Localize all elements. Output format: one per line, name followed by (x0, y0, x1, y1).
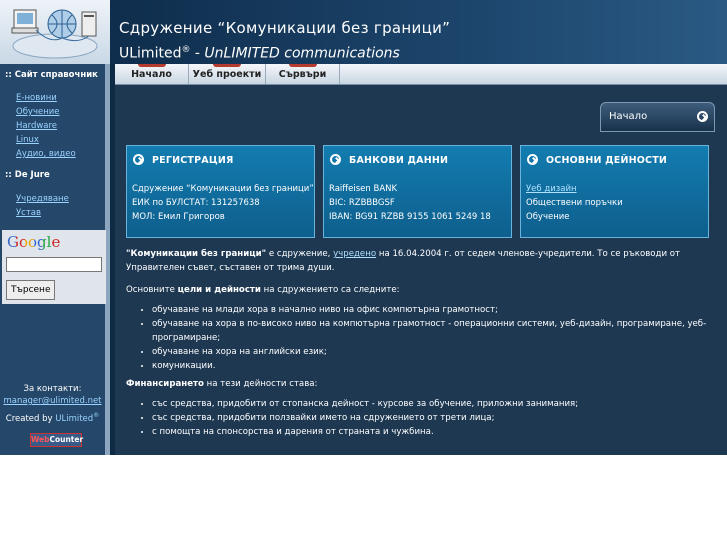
box-line: Обществени поръчки (526, 198, 623, 208)
box-header: ОСНОВНИ ДЕЙНОСТИ (521, 146, 708, 173)
created-by-label: Created by (5, 413, 56, 424)
subtitle-slogan: UnLIMITED communications (204, 45, 400, 62)
sidebar-link-hardware[interactable]: Hardware (0, 119, 105, 133)
goals-pre: Основните (126, 285, 178, 295)
sidebar-link-linux[interactable]: Linux (0, 133, 105, 147)
box-line: Уеб дизайн (526, 184, 577, 194)
arrow-circle-icon[interactable] (697, 111, 708, 122)
sidebar-dejure-links: Учредяване Устав (0, 192, 105, 220)
page-frame: Сдружение “Комуникации без граници” ULim… (0, 0, 727, 455)
subtitle-brand: ULimited (119, 45, 182, 62)
box-line: ЕИК по БУЛСТАТ: 131257638 (132, 198, 260, 208)
box-header: РЕГИСТРАЦИЯ (127, 146, 314, 173)
founded-link[interactable]: учредено (333, 249, 376, 259)
sidebar-link-statute[interactable]: Устав (0, 206, 105, 220)
finance-list: със средства, придобити от стопанска дей… (126, 397, 711, 439)
goals-post: на сдружението са следните: (260, 285, 400, 295)
main-content: Начало РЕГИСТРАЦИЯ Сдружение “Комуникаци… (115, 85, 727, 455)
finance-paragraph: Финансирането на тези дейности става: (126, 377, 711, 391)
sidebar: :: Сайт справочник Е-новини Обучение Har… (0, 64, 110, 455)
goals-list: обучаване на млади хора в начално ниво н… (126, 303, 711, 373)
google-logo-text: Google (7, 233, 61, 251)
webcounter-web: Web (31, 435, 50, 444)
main-nav: Начало Уеб проекти Сървъри (115, 64, 727, 85)
computer-globe-logo-icon (11, 9, 98, 59)
list-item: обучаване на хора в по-високо ниво на ко… (152, 317, 711, 345)
article-body: "Комуникации без граници" е сдружение, у… (126, 247, 711, 439)
webcounter-badge[interactable]: WebCounter (30, 433, 84, 447)
sidebar-heading-dejure: :: De Jure (5, 170, 50, 180)
tab-home[interactable]: Начало (115, 64, 189, 84)
sidebar-link-training[interactable]: Обучение (0, 105, 105, 119)
arrow-circle-icon (330, 154, 341, 165)
finance-bold: Финансирането (126, 379, 204, 389)
list-item: с помощта на спонсорства и дарения от ст… (152, 425, 711, 439)
sidebar-heading-reference: :: Сайт справочник (5, 70, 98, 80)
box-line: IBAN: BG91 RZBB 9155 1061 5249 18 (329, 212, 491, 222)
list-item: със средства, придобити ползвайки името … (152, 411, 711, 425)
org-name: "Комуникации без граници" (126, 249, 267, 259)
web-design-link[interactable]: Уеб дизайн (526, 184, 577, 194)
finance-post: на тези дейности става: (203, 379, 318, 389)
list-item: обучаване на млади хора в начално ниво н… (152, 303, 711, 317)
created-by-reg: ® (93, 412, 100, 419)
box-line: Обучение (526, 212, 570, 222)
box-title: БАНКОВИ ДАННИ (349, 155, 449, 166)
google-search-input[interactable] (6, 257, 102, 272)
sidebar-link-audio-video[interactable]: Аудио, видео (0, 147, 105, 161)
google-search-box: Google Търсене (2, 230, 106, 304)
box-line: Сдружение “Комуникации без граници” (132, 184, 314, 194)
goals-paragraph: Основните цели и дейности на сдружението… (126, 283, 711, 297)
box-line: Raiffeisen BANK (329, 184, 398, 194)
registration-box: РЕГИСТРАЦИЯ Сдружение “Комуникации без г… (126, 145, 315, 238)
created-by-brand-link[interactable]: ULimited (55, 414, 93, 424)
main-activities-box: ОСНОВНИ ДЕЙНОСТИ Уеб дизайн Обществени п… (520, 145, 709, 238)
goals-bold: цели и дейности (177, 285, 261, 295)
webcounter-counter: Counter (49, 435, 84, 444)
site-logo[interactable] (0, 0, 111, 64)
tab-web-projects[interactable]: Уеб проекти (189, 64, 266, 84)
sidebar-link-enews[interactable]: Е-новини (0, 91, 105, 105)
box-line: BIC: RZBBBGSF (329, 198, 395, 208)
tab-servers[interactable]: Сървъри (266, 64, 340, 84)
sidebar-link-founding[interactable]: Учредяване (0, 192, 105, 206)
list-item: обучаване на хора на английски език; (152, 345, 711, 359)
google-logo: Google (7, 233, 60, 251)
list-item: комуникации. (152, 359, 711, 373)
arrow-circle-icon (527, 154, 538, 165)
contact-label: За контакти: (23, 384, 82, 394)
box-header: БАНКОВИ ДАННИ (324, 146, 511, 173)
contact-block: За контакти: manager@ulimited.net Create… (0, 383, 105, 425)
subtitle-dash: - (190, 45, 205, 62)
bank-details-box: БАНКОВИ ДАННИ Raiffeisen BANK BIC: RZBBB… (323, 145, 512, 238)
breadcrumb-label: Начало (609, 111, 648, 122)
contact-email-link[interactable]: manager@ulimited.net (0, 395, 105, 407)
created-by: Created by ULimited® (0, 410, 105, 425)
arrow-circle-icon (133, 154, 144, 165)
site-title: Сдружение “Комуникации без граници” (119, 19, 451, 37)
site-subtitle: ULimited® - UnLIMITED communications (119, 45, 400, 62)
breadcrumb: Начало (600, 102, 715, 132)
google-search-button[interactable]: Търсене (6, 280, 56, 300)
list-item: със средства, придобити от стопанска дей… (152, 397, 711, 411)
intro-text: е сдружение, (266, 249, 334, 259)
box-title: ОСНОВНИ ДЕЙНОСТИ (546, 155, 668, 166)
site-header: Сдружение “Комуникации без граници” ULim… (110, 0, 727, 64)
intro-paragraph: "Комуникации без граници" е сдружение, у… (126, 247, 711, 275)
sidebar-reference-links: Е-новини Обучение Hardware Linux Аудио, … (0, 91, 105, 161)
box-title: РЕГИСТРАЦИЯ (152, 155, 234, 166)
box-line: МОЛ: Емил Григоров (132, 212, 225, 222)
